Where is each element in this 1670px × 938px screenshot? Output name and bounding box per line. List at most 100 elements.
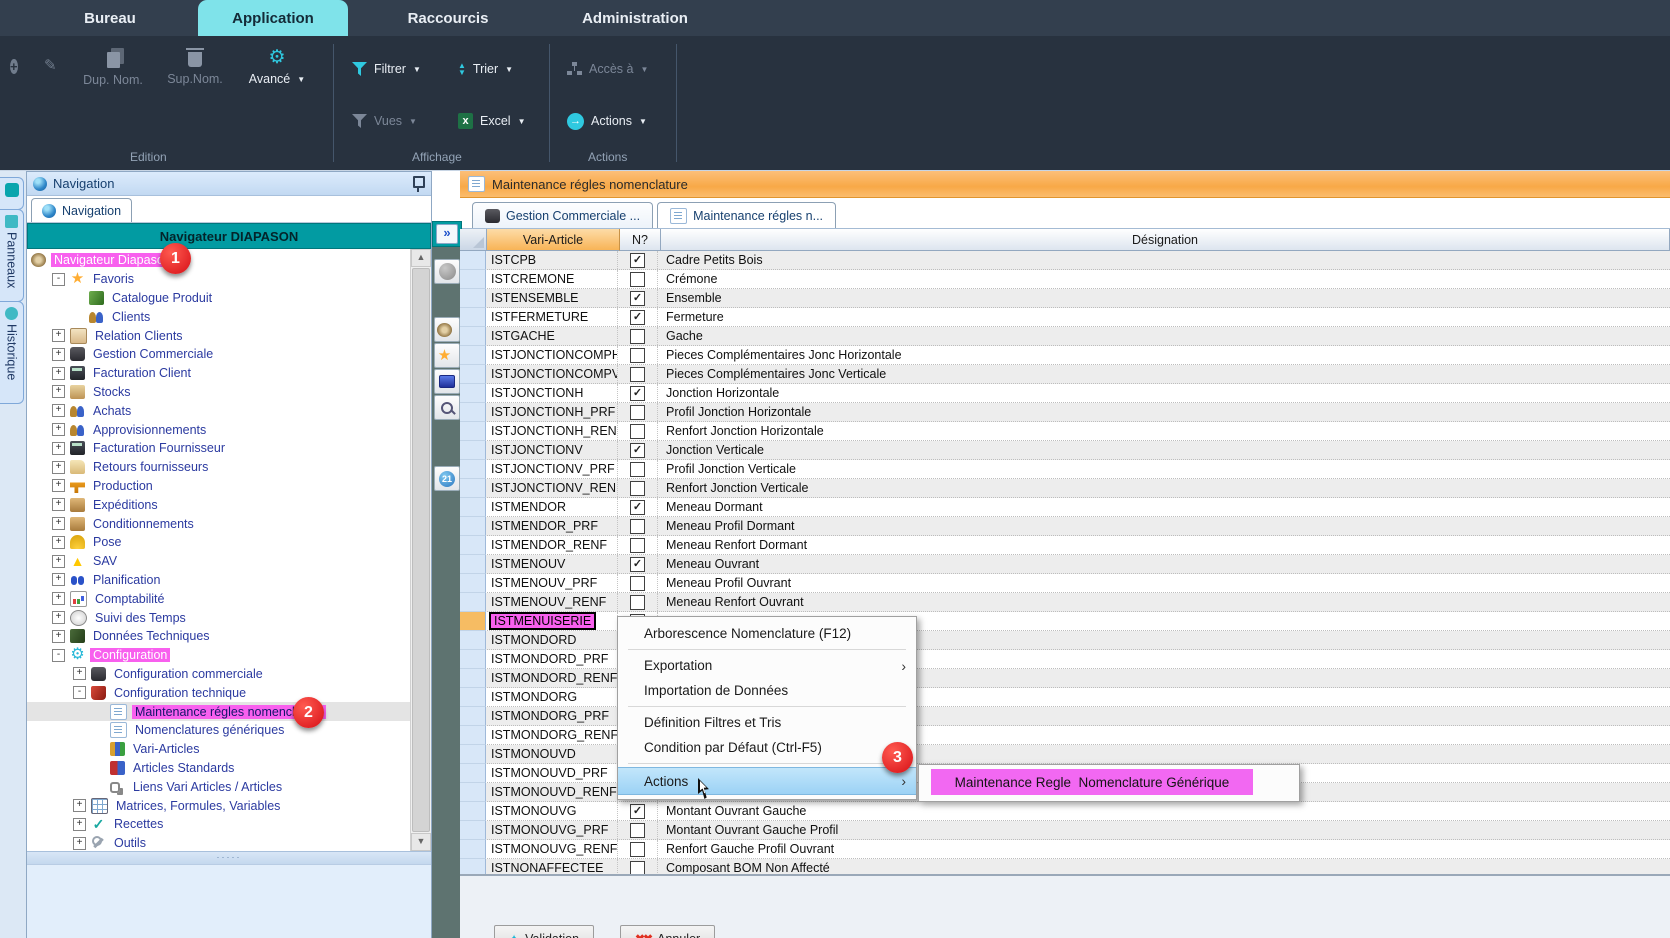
menubar-tab-administration[interactable]: Administration [555,0,715,36]
cell-designation[interactable]: Profil Jonction Horizontale [658,403,1670,421]
tree-item[interactable]: +Retours fournisseurs [27,458,410,477]
checkbox-unchecked[interactable] [630,576,645,591]
cell-vari-article[interactable]: ISTMONOUVG [486,802,618,820]
row-indicator[interactable] [460,536,486,555]
cell-designation[interactable]: Crémone [658,270,1670,288]
table-row[interactable]: ISTENSEMBLE✓Ensemble [460,289,1670,308]
tree-item[interactable]: +Configuration commerciale [27,665,410,684]
expand-icon[interactable]: + [52,461,65,474]
cell-designation[interactable]: Gache [658,327,1670,345]
cell-designation[interactable]: Profil Jonction Verticale [658,460,1670,478]
cell-vari-article[interactable]: ISTMONOUVG_RENF [486,840,618,858]
cell-vari-article[interactable]: ISTMENDOR [486,498,618,516]
tree-item[interactable]: +Conditionnements [27,514,410,533]
checkbox-unchecked[interactable] [630,538,645,553]
scroll-up-icon[interactable]: ▲ [411,249,431,267]
workstation-shortcut-button[interactable] [434,369,460,394]
tree-item[interactable]: +Facturation Client [27,364,410,383]
menu-item-importation-de-donn-es[interactable]: Importation de Données [618,678,916,703]
row-indicator[interactable] [460,574,486,593]
cell-vari-article[interactable]: ISTJONCTIONCOMPH [486,346,618,364]
row-indicator[interactable] [460,365,486,384]
cell-vari-article[interactable]: ISTNONAFFECTEE [486,859,618,874]
tab-gestion-commerciale[interactable]: Gestion Commerciale ... [472,202,653,228]
table-row[interactable]: ISTMONOUVG ✓ Montant Ouvrant Gauche [460,802,1670,821]
row-indicator[interactable] [460,593,486,612]
row-indicator[interactable] [460,498,486,517]
cell-vari-article[interactable]: ISTMONDORG_RENF [486,726,618,744]
cell-designation[interactable]: Renfort Gauche Profil Ouvrant [658,840,1670,858]
row-indicator[interactable] [460,422,486,441]
checkbox-unchecked[interactable] [630,861,645,875]
validation-button[interactable]: ✦ Validation [494,925,594,938]
search-shortcut-button[interactable] [434,395,460,420]
table-row[interactable]: ISTJONCTIONV✓Jonction Verticale [460,441,1670,460]
cell-checkbox[interactable]: ✓ [618,289,658,307]
cell-vari-article[interactable]: ISTJONCTIONH [486,384,618,402]
row-indicator[interactable] [460,745,486,764]
menu-item-actions[interactable]: Actions› [618,767,916,795]
table-row[interactable]: ISTMENDOR✓Meneau Dormant [460,498,1670,517]
tree-item[interactable]: +Relation Clients [27,326,410,345]
menu-item-condition-par-d-faut-ctrl-f5-[interactable]: Condition par Défaut (Ctrl-F5) [618,735,916,760]
submenu-item-maintenance-regle[interactable]: Maintenance Regle Nomenclature Générique [931,769,1253,795]
tree-item[interactable]: -Configuration [27,646,410,665]
collapsed-panel-tab[interactable] [0,177,24,210]
expand-icon[interactable]: + [52,630,65,643]
cell-checkbox[interactable]: ✓ [618,555,658,573]
expand-icon[interactable]: + [52,442,65,455]
cell-designation[interactable]: Jonction Horizontale [658,384,1670,402]
cell-designation[interactable]: Ensemble [658,289,1670,307]
row-indicator[interactable] [460,346,486,365]
navigator-shortcut-button[interactable] [434,317,460,342]
cell-vari-article[interactable]: ISTCREMONE [486,270,618,288]
cell-designation[interactable]: Montant Ouvrant Gauche [658,802,1670,820]
collapse-icon[interactable]: - [52,273,65,286]
checkbox-checked[interactable]: ✓ [630,557,645,572]
cell-vari-article[interactable]: ISTMENOUV [486,555,618,573]
tree-item[interactable]: +Gestion Commerciale [27,345,410,364]
column-header-vari-article[interactable]: Vari-Article [487,229,620,251]
row-indicator[interactable] [460,460,486,479]
dup-nom-button[interactable]: Dup. Nom. [78,48,148,87]
row-indicator[interactable] [460,764,486,783]
expand-icon[interactable]: + [73,667,86,680]
tree-item[interactable]: Clients [27,307,410,326]
sup-nom-button[interactable]: Sup.Nom. [160,48,230,86]
cell-vari-article[interactable]: ISTCPB [486,251,618,269]
row-indicator[interactable] [460,270,486,289]
checkbox-checked[interactable]: ✓ [630,310,645,325]
cell-vari-article[interactable]: ISTMONOUVD_PRF [486,764,618,782]
cell-checkbox[interactable]: ✓ [618,802,658,820]
tree-item[interactable]: +Matrices, Formules, Variables [27,796,410,815]
menu-item-exportation[interactable]: Exportation› [618,653,916,678]
cell-checkbox[interactable]: ✓ [618,308,658,326]
row-indicator[interactable] [460,726,486,745]
cell-checkbox[interactable] [618,593,658,611]
table-row[interactable]: ISTJONCTIONCOMPHPieces Complémentaires J… [460,346,1670,365]
cell-checkbox[interactable] [618,422,658,440]
cell-vari-article[interactable]: ISTGACHE [486,327,618,345]
cell-designation[interactable]: Meneau Renfort Dormant [658,536,1670,554]
cell-vari-article[interactable]: ISTMONDORD [486,631,618,649]
row-indicator[interactable] [460,308,486,327]
cell-vari-article[interactable]: ISTMONDORD_PRF [486,650,618,668]
expand-icon[interactable]: + [52,517,65,530]
tree-item[interactable]: +Recettes [27,815,410,834]
checkbox-checked[interactable]: ✓ [630,291,645,306]
cell-checkbox[interactable]: ✓ [618,384,658,402]
expand-icon[interactable]: + [73,837,86,850]
table-row[interactable]: ISTCREMONE Crémone [460,270,1670,289]
expand-icon[interactable]: + [52,592,65,605]
table-row[interactable]: ISTJONCTIONV_PRFProfil Jonction Vertical… [460,460,1670,479]
trier-button[interactable]: ▲▼ Trier ▼ [458,56,513,82]
tree-item[interactable]: +Comptabilité [27,589,410,608]
checkbox-unchecked[interactable] [630,595,645,610]
checkbox-checked[interactable]: ✓ [630,804,645,819]
tree-item[interactable]: +Planification [27,571,410,590]
cell-checkbox[interactable] [618,460,658,478]
checkbox-unchecked[interactable] [630,348,645,363]
checkbox-checked[interactable]: ✓ [630,253,645,268]
row-indicator[interactable] [460,859,486,874]
row-indicator[interactable] [460,327,486,346]
